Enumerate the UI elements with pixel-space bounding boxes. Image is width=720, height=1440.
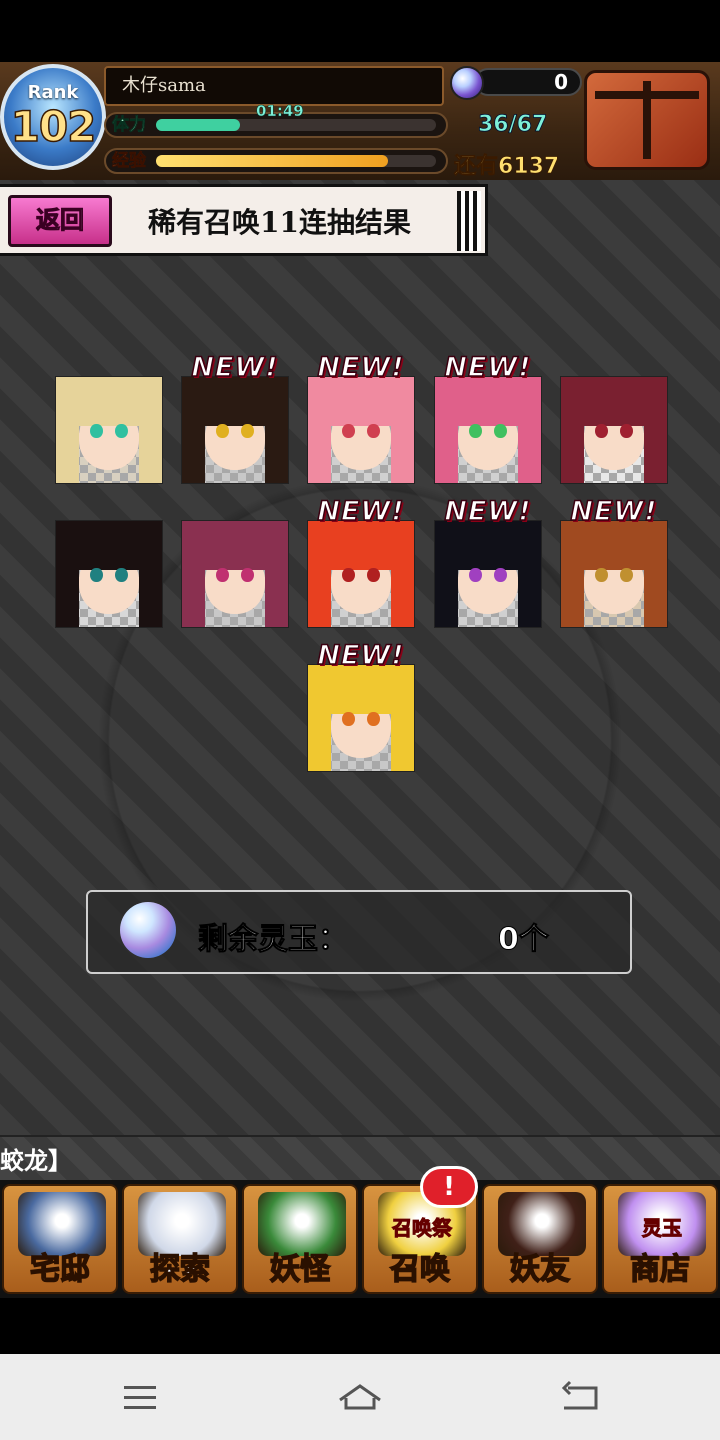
player-name: 木仔sama <box>104 66 444 106</box>
stamina-track <box>156 119 436 131</box>
result-card[interactable] <box>434 520 542 628</box>
ticker-text: 蛟龙】 <box>0 1146 72 1175</box>
orb-count: 0 <box>474 68 582 96</box>
summon-results-screen: 返回 稀有召唤11连抽结果 NEW! NEW! NEW! NEW! NEW! NEW! NE… <box>0 180 720 1135</box>
nav-orb-shop[interactable]: 灵玉 商店 <box>602 1184 718 1294</box>
page-title: 稀有召唤11连抽结果 <box>148 206 411 239</box>
character-hair <box>182 521 288 570</box>
nav-label: 商店 <box>629 1251 691 1288</box>
alert-badge: ! <box>420 1166 478 1208</box>
new-badge: NEW! <box>317 639 405 672</box>
spacer <box>0 1298 720 1354</box>
exp-label: 经验 <box>112 151 147 172</box>
character-hair <box>56 377 162 426</box>
nav-label: 妖友 <box>509 1251 571 1288</box>
rank-label: Rank <box>27 82 79 103</box>
result-card[interactable] <box>181 376 289 484</box>
spirit-orb-icon <box>120 902 176 958</box>
recent-apps-button[interactable] <box>100 1374 180 1420</box>
exp-bar: 经验 <box>104 148 448 174</box>
character-hair <box>561 377 667 426</box>
status-bar <box>0 0 720 62</box>
nav-scroll[interactable]: 妖怪 <box>242 1184 358 1294</box>
gift-box-icon[interactable] <box>584 70 710 170</box>
nav-label: 妖怪 <box>269 1251 331 1288</box>
nav-label: 宅邸 <box>29 1251 91 1288</box>
remaining-orbs-panel: 剩余灵玉： 0个 <box>86 890 632 974</box>
new-badge: NEW! <box>191 351 279 384</box>
title-decoration <box>457 191 481 251</box>
back-arrow-icon <box>561 1380 598 1410</box>
system-nav-bar <box>0 1354 720 1440</box>
new-badge: NEW! <box>444 351 532 384</box>
result-card[interactable] <box>307 520 415 628</box>
remaining-label: 剩余灵玉： <box>198 922 349 958</box>
stamina-fill <box>156 119 240 131</box>
bottom-nav: 宅邸 探索 妖怪 召唤祭 召唤! 妖友 灵玉 商店 <box>0 1166 720 1298</box>
new-badge: NEW! <box>317 351 405 384</box>
spirit-orb-icon <box>450 66 484 100</box>
exp-remaining: 还有6137 <box>454 154 560 180</box>
nav-sub-label: 召唤祭 <box>392 1216 453 1241</box>
character-hair <box>56 521 162 570</box>
result-card[interactable] <box>307 376 415 484</box>
rank-badge: Rank 102 <box>0 64 106 170</box>
news-ticker: 蛟龙】 <box>0 1135 720 1181</box>
result-card[interactable] <box>55 520 163 628</box>
back-button[interactable]: 返回 <box>8 195 112 247</box>
result-card[interactable] <box>560 376 668 484</box>
home-icon <box>339 1384 381 1410</box>
stamina-timer: 01:49 <box>256 102 304 121</box>
rank-value: 102 <box>10 101 97 152</box>
remaining-value: 0个 <box>498 922 550 958</box>
new-badge: NEW! <box>317 495 405 528</box>
exp-track <box>156 155 436 167</box>
result-card[interactable] <box>434 376 542 484</box>
result-card[interactable] <box>181 520 289 628</box>
nav-label: 召唤 <box>389 1251 451 1288</box>
nav-magnifier-map[interactable]: 探索 <box>122 1184 238 1294</box>
nav-mansion[interactable]: 宅邸 <box>2 1184 118 1294</box>
nav-sub-label: 灵玉 <box>642 1216 683 1241</box>
exp-fill <box>156 155 389 167</box>
result-card[interactable] <box>307 664 415 772</box>
home-button[interactable] <box>320 1374 400 1420</box>
stamina-value: 36/67 <box>478 112 548 138</box>
stamina-label: 体力 <box>112 115 147 136</box>
title-bar: 返回 稀有召唤11连抽结果 <box>0 184 488 256</box>
player-header: Rank 102 木仔sama 体力 01:49 经验 0 36/67 还有61… <box>0 62 720 183</box>
result-card[interactable] <box>55 376 163 484</box>
stamina-bar: 体力 01:49 <box>104 102 448 138</box>
result-card[interactable] <box>560 520 668 628</box>
nav-label: 探索 <box>149 1251 211 1288</box>
new-badge: NEW! <box>444 495 532 528</box>
back-nav-button[interactable] <box>540 1374 620 1420</box>
new-badge: NEW! <box>570 495 658 528</box>
nav-catgirl[interactable]: 妖友 <box>482 1184 598 1294</box>
